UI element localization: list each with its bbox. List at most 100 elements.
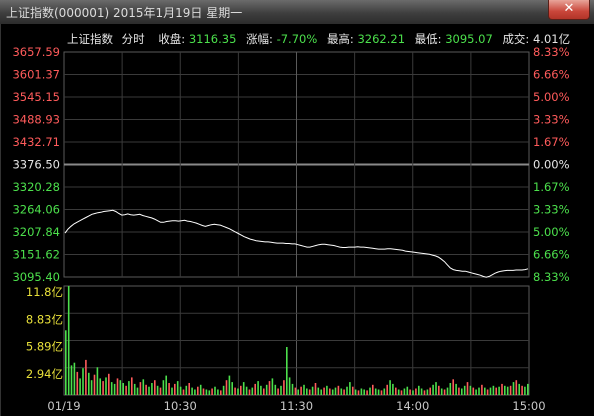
volume-bar xyxy=(326,385,328,395)
volume-bar xyxy=(352,386,354,395)
volume-bar xyxy=(240,385,242,395)
volume-bar xyxy=(291,383,294,395)
chart-frame[interactable]: 上证指数 分时 收盘: 3116.35 涨幅: -7.70% 最高: 3262.… xyxy=(0,24,594,416)
close-button[interactable]: ✕ xyxy=(548,0,590,20)
volume-bar xyxy=(248,389,251,395)
volume-bar xyxy=(228,375,231,395)
volume-bar xyxy=(125,385,127,395)
volume-tick-label: 11.8亿 xyxy=(26,285,63,299)
percent-tick-label: 6.66% xyxy=(533,248,570,262)
volume-bar xyxy=(377,389,380,395)
percent-tick-label: 3.33% xyxy=(533,113,570,127)
percent-tick-label: 1.67% xyxy=(533,180,570,194)
volume-bar xyxy=(79,378,81,395)
volume-bar xyxy=(458,387,460,395)
price-tick-label: 3488.93 xyxy=(12,113,60,127)
time-axis: 01/19 10:30 11:30 14:00 15:00 xyxy=(47,399,545,413)
price-tick-label: 3376.50 xyxy=(12,158,60,172)
volume-bar xyxy=(139,382,142,395)
volume-bar xyxy=(197,386,199,395)
intraday-chart[interactable]: 上证指数 分时 收盘: 3116.35 涨幅: -7.70% 最高: 3262.… xyxy=(1,24,593,416)
chart-grid xyxy=(63,51,530,396)
percent-tick-label: 1.67% xyxy=(533,135,570,149)
volume-bar xyxy=(208,390,211,395)
price-tick-label: 3095.40 xyxy=(12,270,60,284)
volume-bar xyxy=(303,384,305,395)
volume-bar xyxy=(93,374,96,395)
turnover-label: 成交: xyxy=(502,32,529,46)
volume-bar xyxy=(415,388,417,395)
low-label: 最低: xyxy=(415,32,442,46)
volume-bar xyxy=(489,387,492,395)
volume-bar xyxy=(154,380,156,395)
turnover-value: 4.01亿 xyxy=(533,32,570,46)
volume-bar xyxy=(481,384,483,395)
volume-bar xyxy=(475,389,477,395)
volume-bar xyxy=(108,373,110,395)
volume-bar xyxy=(498,386,500,395)
volume-tick-label: 5.89亿 xyxy=(26,340,63,354)
volume-bar xyxy=(274,384,277,395)
volume-bar xyxy=(372,384,374,395)
window-title: 上证指数(000001) 2015年1月19日 星期一 xyxy=(6,6,243,20)
volume-bar xyxy=(486,389,489,395)
percent-tick-label: 5.00% xyxy=(533,90,570,104)
volume-bar xyxy=(478,387,480,395)
volume-bar xyxy=(340,388,343,395)
percent-tick-label: 6.66% xyxy=(533,68,570,82)
volume-bar xyxy=(518,383,520,395)
volume-bar xyxy=(263,388,265,395)
volume-bar xyxy=(412,390,414,395)
volume-bar xyxy=(501,383,503,395)
close-value: 3116.35 xyxy=(189,32,237,46)
volume-bar xyxy=(148,386,150,395)
volume-bar xyxy=(288,377,291,395)
volume-bar xyxy=(82,368,84,395)
volume-bar xyxy=(297,389,299,395)
volume-bar xyxy=(194,389,196,395)
volume-bar xyxy=(509,385,512,395)
volume-bar xyxy=(349,382,351,395)
volume-bar xyxy=(389,380,391,395)
volume-bar xyxy=(452,379,454,395)
volume-bar xyxy=(277,388,279,395)
volume-bar xyxy=(429,387,431,395)
volume-bar xyxy=(317,387,320,395)
volume-bar xyxy=(179,386,182,395)
volume-bar xyxy=(188,383,190,395)
volume-bar xyxy=(504,385,506,395)
volume-bar xyxy=(96,367,99,395)
volume-bar xyxy=(159,387,162,395)
volume-bar xyxy=(280,385,282,395)
volume-bar xyxy=(469,385,472,395)
volume-bar xyxy=(220,390,222,395)
volume-bar xyxy=(268,381,271,395)
volume-bar xyxy=(168,383,170,395)
volume-bar xyxy=(455,383,457,395)
volume-bar xyxy=(156,385,159,395)
volume-bar xyxy=(191,387,193,395)
volume-bar xyxy=(113,383,116,395)
volume-bar xyxy=(343,389,345,395)
time-tick-label: 14:00 xyxy=(396,399,429,413)
volume-bar xyxy=(435,382,437,395)
volume-tick-label: 2.94亿 xyxy=(26,367,63,381)
volume-bar xyxy=(438,385,440,395)
price-tick-label: 3601.37 xyxy=(12,68,60,82)
volume-bar xyxy=(449,383,452,395)
volume-bar xyxy=(214,386,216,395)
volume-bar xyxy=(211,388,213,395)
volume-bar xyxy=(151,383,153,395)
volume-bar xyxy=(369,387,371,395)
volume-bar xyxy=(527,383,529,395)
volume-bar xyxy=(334,387,337,395)
volume-bar xyxy=(254,383,256,395)
volume-bar xyxy=(260,385,262,395)
volume-bar xyxy=(380,390,383,395)
time-tick-label: 11:30 xyxy=(280,399,313,413)
volume-bar xyxy=(237,388,239,395)
title-bar: 上证指数(000001) 2015年1月19日 星期一 ✕ xyxy=(0,0,594,25)
volume-bar xyxy=(225,380,228,395)
volume-bar xyxy=(484,387,486,395)
change-value: -7.70% xyxy=(277,32,318,46)
